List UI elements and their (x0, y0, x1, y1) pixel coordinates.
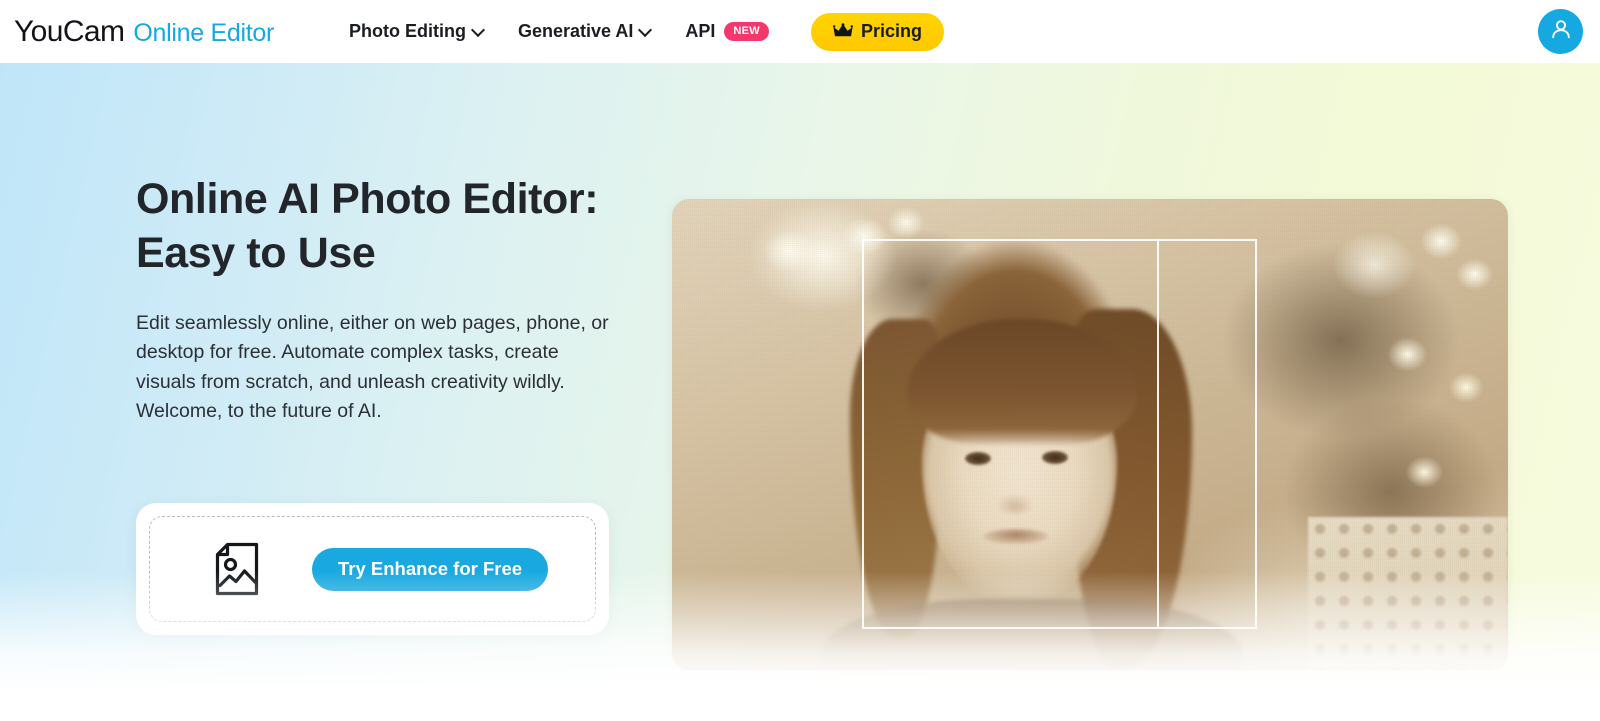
new-badge: NEW (724, 22, 769, 41)
chevron-down-icon (473, 24, 484, 35)
page-bottom-area (0, 691, 1600, 721)
hero-copy-block: Online AI Photo Editor: Easy to Use Edit… (136, 173, 636, 427)
user-avatar-icon (1548, 16, 1574, 47)
image-file-icon (215, 542, 259, 596)
chevron-down-icon (640, 24, 651, 35)
preview-photo-grain (672, 199, 1508, 670)
site-header: YouCam Online Editor Photo Editing Gener… (0, 0, 1600, 63)
user-avatar-button[interactable] (1538, 9, 1583, 54)
upload-card: Try Enhance for Free (136, 503, 609, 635)
hero-preview-image[interactable] (672, 199, 1508, 670)
logo-secondary-text: Online Editor (133, 18, 274, 47)
logo-primary-text: YouCam (14, 14, 125, 48)
nav-label-generative-ai: Generative AI (517, 21, 634, 41)
hero-section: Online AI Photo Editor: Easy to Use Edit… (0, 63, 1600, 691)
hero-description: Edit seamlessly online, either on web pa… (136, 311, 609, 423)
nav-item-generative-ai[interactable]: Generative AI (501, 12, 668, 52)
pricing-button[interactable]: Pricing (810, 12, 944, 51)
nav-label-photo-editing: Photo Editing (349, 21, 466, 41)
nav-label-api: API (685, 21, 716, 41)
crown-icon (832, 22, 853, 41)
upload-dropzone[interactable]: Try Enhance for Free (149, 516, 596, 622)
nav-item-api[interactable]: API NEW (668, 12, 786, 52)
main-navigation: Photo Editing Generative AI API NEW Pric… (332, 12, 944, 52)
page-title: Online AI Photo Editor: Easy to Use (136, 173, 636, 281)
pricing-label: Pricing (860, 21, 922, 41)
headline-line-2: Easy to Use (136, 228, 376, 277)
headline-line-1: Online AI Photo Editor: (136, 175, 599, 223)
logo[interactable]: YouCam Online Editor (14, 15, 274, 49)
nav-item-photo-editing[interactable]: Photo Editing (332, 12, 501, 52)
try-enhance-for-free-button[interactable]: Try Enhance for Free (312, 547, 549, 591)
